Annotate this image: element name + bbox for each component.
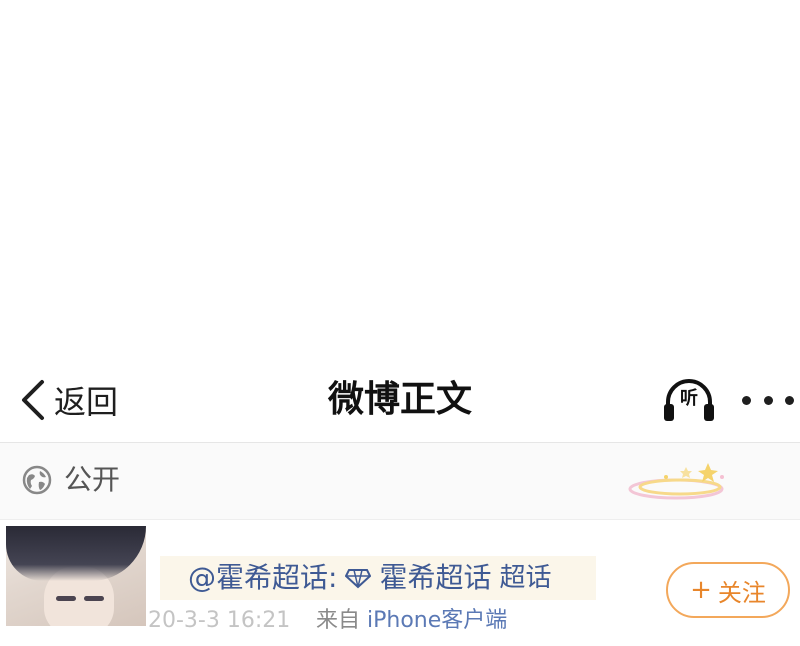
plus-icon: + [690, 575, 712, 605]
post-meta: 20-3-3 16:21 来自 iPhone客户端 [148, 606, 598, 646]
more-dot-icon [763, 395, 773, 405]
follow-button[interactable]: + 关注 [666, 562, 790, 618]
post-source: 来自 iPhone客户端 [316, 606, 507, 636]
top-navigation-bar: 返回 微博正文 听 [0, 358, 800, 443]
listen-label: 听 [680, 388, 698, 409]
visibility-row: 公开 [0, 443, 800, 520]
avatar-hair [6, 526, 146, 581]
avatar[interactable] [6, 526, 146, 626]
supertopic-tag[interactable]: 超话 [499, 558, 551, 598]
avatar-eye [84, 596, 104, 601]
blank-content-area [0, 0, 800, 358]
globe-icon [22, 465, 52, 495]
follow-label: 关注 [717, 578, 766, 607]
listen-button[interactable]: 听 [660, 374, 720, 426]
source-device[interactable]: iPhone客户端 [367, 608, 507, 633]
visibility-label: 公开 [64, 463, 121, 496]
post-header: @霍希超话: 霍希超话 超话 20-3-3 16:21 来自 iPhone客户端… [0, 520, 800, 633]
more-dot-icon [742, 395, 751, 405]
post-timestamp: 20-3-3 16:21 [148, 608, 291, 633]
more-dot-icon [785, 395, 794, 405]
poster-line[interactable]: @霍希超话: 霍希超话 超话 [188, 558, 551, 598]
supertopic-name[interactable]: 霍希超话 [379, 558, 491, 598]
poster-name[interactable]: @霍希超话: [188, 558, 337, 598]
sparkle-decoration-icon [628, 463, 724, 500]
source-prefix: 来自 [316, 608, 361, 633]
more-options-button[interactable] [742, 378, 794, 422]
diamond-icon [345, 569, 372, 589]
avatar-eye [56, 596, 76, 601]
